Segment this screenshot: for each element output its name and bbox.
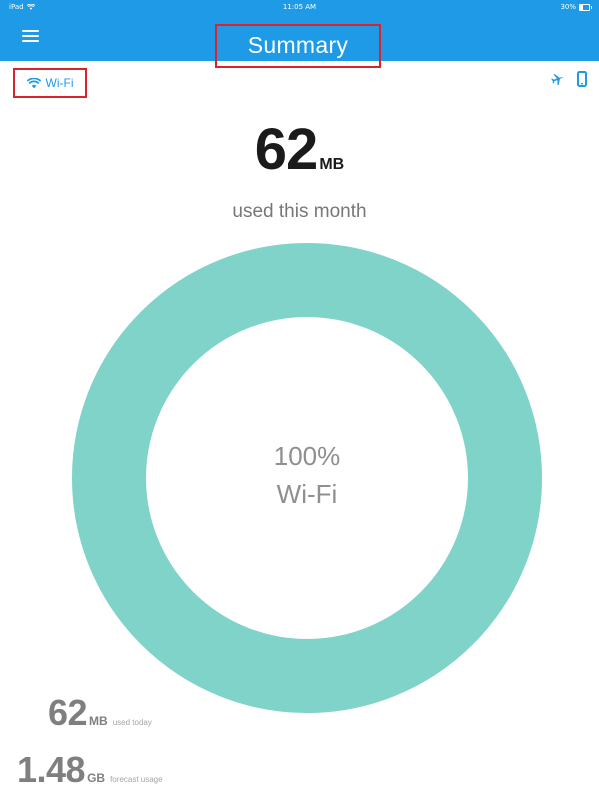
stat-forecast-label: forecast usage — [110, 775, 163, 784]
stat-today: 62 MB used today — [48, 692, 152, 734]
stat-forecast: 1.48 GB forecast usage — [17, 749, 163, 791]
donut-percent: 100% — [273, 441, 341, 471]
donut-network: Wi-Fi — [276, 479, 338, 509]
hamburger-menu-icon[interactable] — [22, 30, 39, 43]
battery-icon — [579, 3, 592, 11]
title-highlight-box: Summary — [215, 24, 381, 68]
stat-today-value: 62 — [48, 692, 88, 733]
airplane-icon[interactable] — [551, 72, 565, 86]
donut-center-label: 100% Wi-Fi — [72, 437, 542, 513]
stat-forecast-unit: GB — [87, 771, 106, 785]
stat-forecast-value: 1.48 — [17, 749, 86, 790]
stat-today-label: used today — [112, 718, 152, 727]
monthly-usage-caption: used this month — [232, 201, 367, 222]
page-title: Summary — [247, 32, 349, 58]
stat-today-unit: MB — [89, 714, 108, 728]
nav-bar: Summary — [0, 14, 599, 75]
monthly-usage-unit: MB — [319, 156, 345, 173]
monthly-usage-total: 62 MB — [0, 116, 599, 183]
phone-icon[interactable] — [577, 71, 587, 87]
monthly-usage-value: 62 — [254, 117, 319, 182]
selected-tab-pointer — [88, 67, 102, 75]
wifi-icon — [26, 77, 41, 88]
battery-percent: 30% — [560, 3, 576, 11]
status-bar: iPad 11:05 AM 30% — [0, 0, 599, 14]
tab-wifi-label: Wi-Fi — [45, 76, 74, 90]
tab-wifi[interactable]: Wi-Fi — [13, 68, 87, 98]
network-filter-icons — [551, 71, 587, 87]
status-time: 11:05 AM — [282, 3, 317, 11]
status-right: 30% — [560, 3, 592, 11]
